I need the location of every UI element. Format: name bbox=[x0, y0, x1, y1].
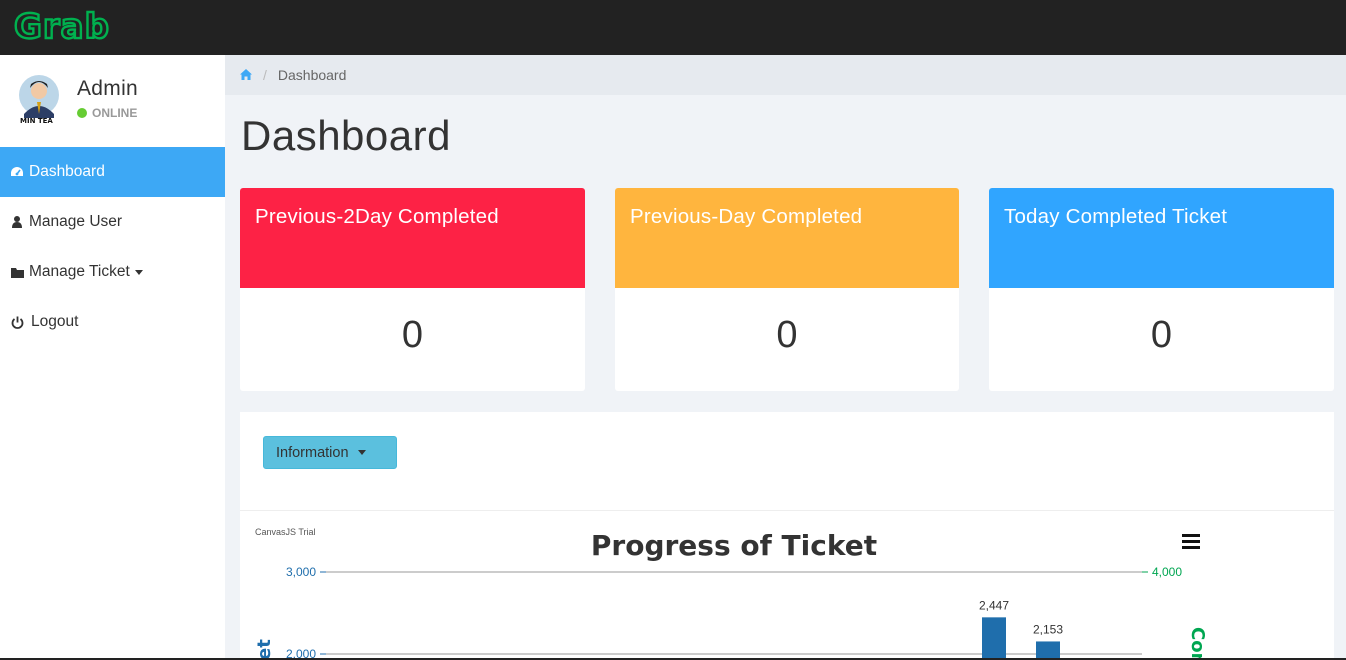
status-label: ONLINE bbox=[92, 106, 138, 120]
chart-container: CanvasJS Trial Progress of Ticket 3,000 2… bbox=[240, 512, 1334, 660]
user-profile: MIN TEA Admin ONLINE bbox=[0, 55, 225, 147]
stat-card-value: 0 bbox=[1150, 314, 1173, 356]
stat-card-previous-day: Previous-Day Completed 0 bbox=[615, 188, 959, 391]
stat-card-previous-2day: Previous-2Day Completed 0 bbox=[240, 188, 585, 391]
sidebar-item-label: Logout bbox=[31, 313, 79, 330]
folder-icon bbox=[10, 265, 24, 279]
home-icon[interactable] bbox=[240, 67, 252, 83]
stat-card-today: Today Completed Ticket 0 bbox=[989, 188, 1334, 391]
breadcrumb-current: Dashboard bbox=[277, 67, 347, 83]
hamburger-icon[interactable] bbox=[1182, 534, 1200, 549]
sidebar-item-label: Manage User bbox=[29, 213, 123, 230]
grab-logo[interactable]: Grab bbox=[13, 6, 146, 49]
y-tick-label: 3,000 bbox=[286, 565, 316, 579]
online-dot-icon bbox=[77, 108, 87, 118]
power-icon bbox=[10, 315, 24, 329]
sidebar-item-dashboard[interactable]: Dashboard bbox=[0, 147, 225, 197]
stat-card-title: Previous-2Day Completed bbox=[240, 188, 585, 288]
profile-name: Admin bbox=[77, 77, 139, 100]
information-dropdown-button[interactable]: Information bbox=[263, 436, 397, 469]
sidebar: MIN TEA Admin ONLINE Dashboard Manage Us… bbox=[0, 55, 225, 660]
avatar: MIN TEA bbox=[18, 74, 60, 125]
tachometer-icon bbox=[10, 165, 24, 179]
page-title: Dashboard bbox=[241, 112, 451, 159]
stat-card-value: 0 bbox=[776, 314, 798, 356]
y-axis-title: et bbox=[254, 639, 275, 660]
sidebar-item-manage-ticket[interactable]: Manage Ticket bbox=[0, 247, 225, 297]
status-indicator: ONLINE bbox=[77, 106, 137, 120]
breadcrumb-separator: / bbox=[263, 67, 267, 83]
breadcrumb: / Dashboard bbox=[225, 55, 1346, 95]
progress-chart: CanvasJS Trial Progress of Ticket 3,000 2… bbox=[254, 527, 1208, 660]
stat-card-value: 0 bbox=[401, 314, 424, 356]
stat-card-title: Previous-Day Completed bbox=[615, 188, 959, 288]
sidebar-item-logout[interactable]: Logout bbox=[0, 297, 225, 347]
chevron-down-icon bbox=[357, 450, 366, 455]
sidebar-item-label: Manage Ticket bbox=[29, 263, 130, 280]
bar-data-label: 2,447 bbox=[979, 598, 1009, 612]
stat-card-title: Today Completed Ticket bbox=[989, 188, 1334, 288]
chevron-down-icon bbox=[134, 269, 143, 275]
bar-data-label: 2,153 bbox=[1033, 622, 1063, 636]
user-icon bbox=[10, 215, 24, 229]
y2-axis-title: Com bbox=[1187, 627, 1208, 660]
panel-header: Information bbox=[240, 412, 1334, 511]
y2-tick-label: 4,000 bbox=[1152, 565, 1182, 579]
chart-bar[interactable] bbox=[982, 617, 1006, 660]
chart-title: Progress of Ticket bbox=[591, 529, 877, 562]
dropdown-label: Information bbox=[276, 444, 349, 461]
chart-panel: Information CanvasJS Trial Progress of T… bbox=[240, 412, 1334, 660]
top-navbar: Grab bbox=[0, 0, 1346, 55]
logo-text: Grab bbox=[14, 10, 110, 44]
svg-text:MIN TEA: MIN TEA bbox=[20, 117, 53, 124]
sidebar-item-manage-user[interactable]: Manage User bbox=[0, 197, 225, 247]
chart-watermark: CanvasJS Trial bbox=[255, 527, 316, 537]
sidebar-item-label: Dashboard bbox=[29, 163, 105, 180]
